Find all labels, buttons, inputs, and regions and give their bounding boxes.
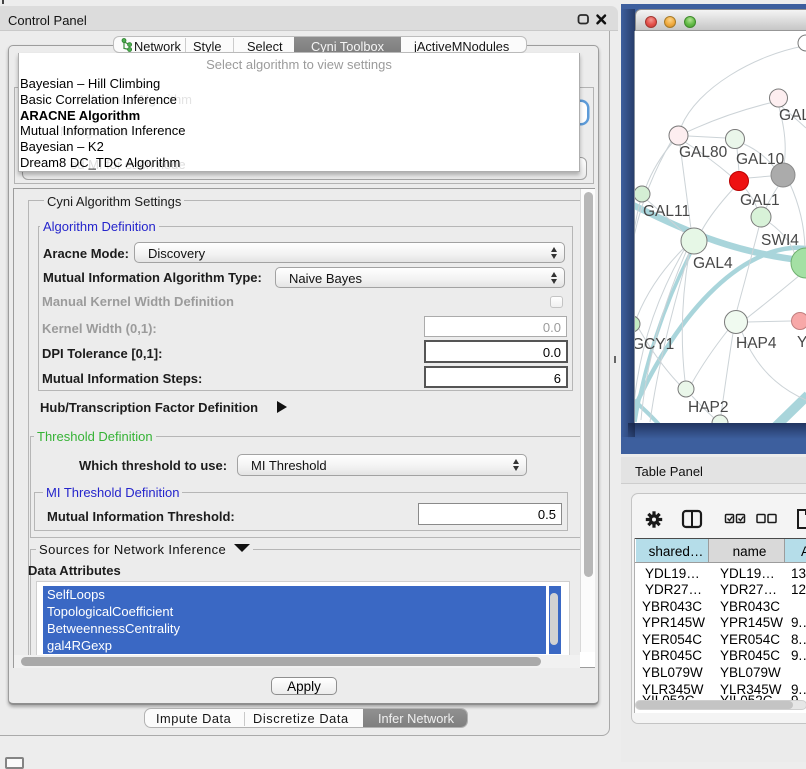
- svg-text:GAL7: GAL7: [779, 107, 806, 124]
- svg-text:GAL10: GAL10: [736, 151, 785, 168]
- svg-text:GAL11: GAL11: [643, 203, 690, 220]
- svg-text:HAP2: HAP2: [688, 399, 729, 416]
- svg-text:HAP4: HAP4: [736, 335, 777, 352]
- svg-text:GAL1: GAL1: [740, 192, 780, 209]
- svg-text:GCY1: GCY1: [635, 336, 674, 353]
- svg-text:SWI4: SWI4: [761, 232, 799, 249]
- svg-text:YD: YD: [797, 334, 806, 351]
- svg-text:GAL80: GAL80: [679, 144, 728, 161]
- svg-text:GAL4: GAL4: [693, 255, 733, 272]
